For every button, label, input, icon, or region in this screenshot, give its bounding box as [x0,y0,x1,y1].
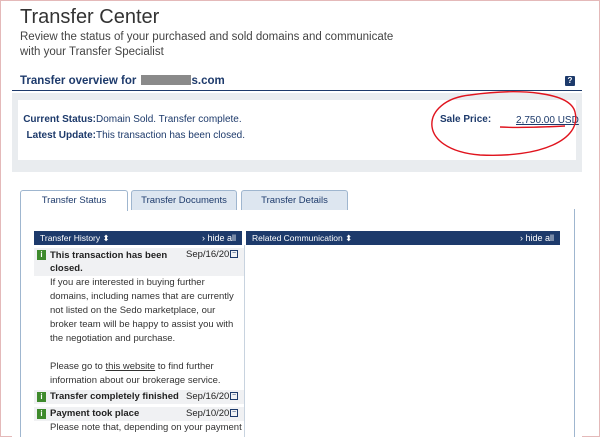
help-icon[interactable]: ? [565,76,575,86]
column-separator [244,245,245,437]
history-entry: i This transaction has been closed. Sep/… [34,248,244,388]
tab-transfer-details[interactable]: Transfer Details [241,190,348,210]
history-hide-all-link[interactable]: hide all [202,231,236,245]
history-entry-body: Please note that, depending on your paym… [50,422,242,433]
history-entry: i Transfer completely finished Sep/16/20… [34,390,244,404]
info-icon: i [37,409,46,419]
overview-heading: Transfer overview for s.com [20,75,225,87]
redacted-domain [140,75,191,85]
history-entry-date: Sep/16/20 [186,249,230,260]
tab-transfer-documents[interactable]: Transfer Documents [131,190,237,210]
history-entry-head: i Payment took place Sep/10/20 − [34,407,244,421]
collapse-icon[interactable]: − [230,392,238,400]
history-entry-date: Sep/16/20 [186,391,230,402]
history-entry-title: Transfer completely finished [50,391,179,402]
page-title: Transfer Center [20,6,160,28]
history-entry-head: i Transfer completely finished Sep/16/20… [34,390,244,404]
sale-price-value[interactable]: 2,750.00 USD [516,115,579,126]
transfer-history-header: Transfer History ⬍ hide all [34,231,242,245]
current-status-value: Domain Sold. Transfer complete. [96,114,242,125]
related-communication-title[interactable]: Related Communication ⬍ [252,231,352,245]
history-entry-title: Payment took place [50,408,140,419]
related-communication-header: Related Communication ⬍ hide all [246,231,560,245]
page-subtitle: Review the status of your purchased and … [20,31,394,58]
transfer-history-list: i This transaction has been closed. Sep/… [34,245,244,437]
info-icon: i [37,250,46,260]
sale-price-label: Sale Price: [440,114,492,125]
collapse-icon[interactable]: − [230,250,238,258]
communication-hide-all-link[interactable]: hide all [520,231,554,245]
collapse-icon[interactable]: − [230,409,238,417]
history-entry-body: If you are interested in buying further … [50,277,234,344]
history-entry-title: This transaction has been closed. [50,250,168,274]
transfer-history-title[interactable]: Transfer History ⬍ [40,231,110,245]
history-entry-body-more: Please go to this website to find furthe… [50,361,221,386]
tab-transfer-status[interactable]: Transfer Status [20,190,128,211]
history-entry: i Payment took place Sep/10/20 − Please … [34,407,244,435]
latest-update-label: Latest Update: [26,130,96,141]
brokerage-website-link[interactable]: this website [105,361,155,372]
overview-divider [12,90,582,91]
history-entry-date: Sep/10/20 [186,408,230,419]
info-icon: i [37,392,46,402]
current-status-label: Current Status: [23,114,96,125]
latest-update-value: This transaction has been closed. [96,130,245,141]
history-entry-head: i This transaction has been closed. Sep/… [34,248,244,276]
